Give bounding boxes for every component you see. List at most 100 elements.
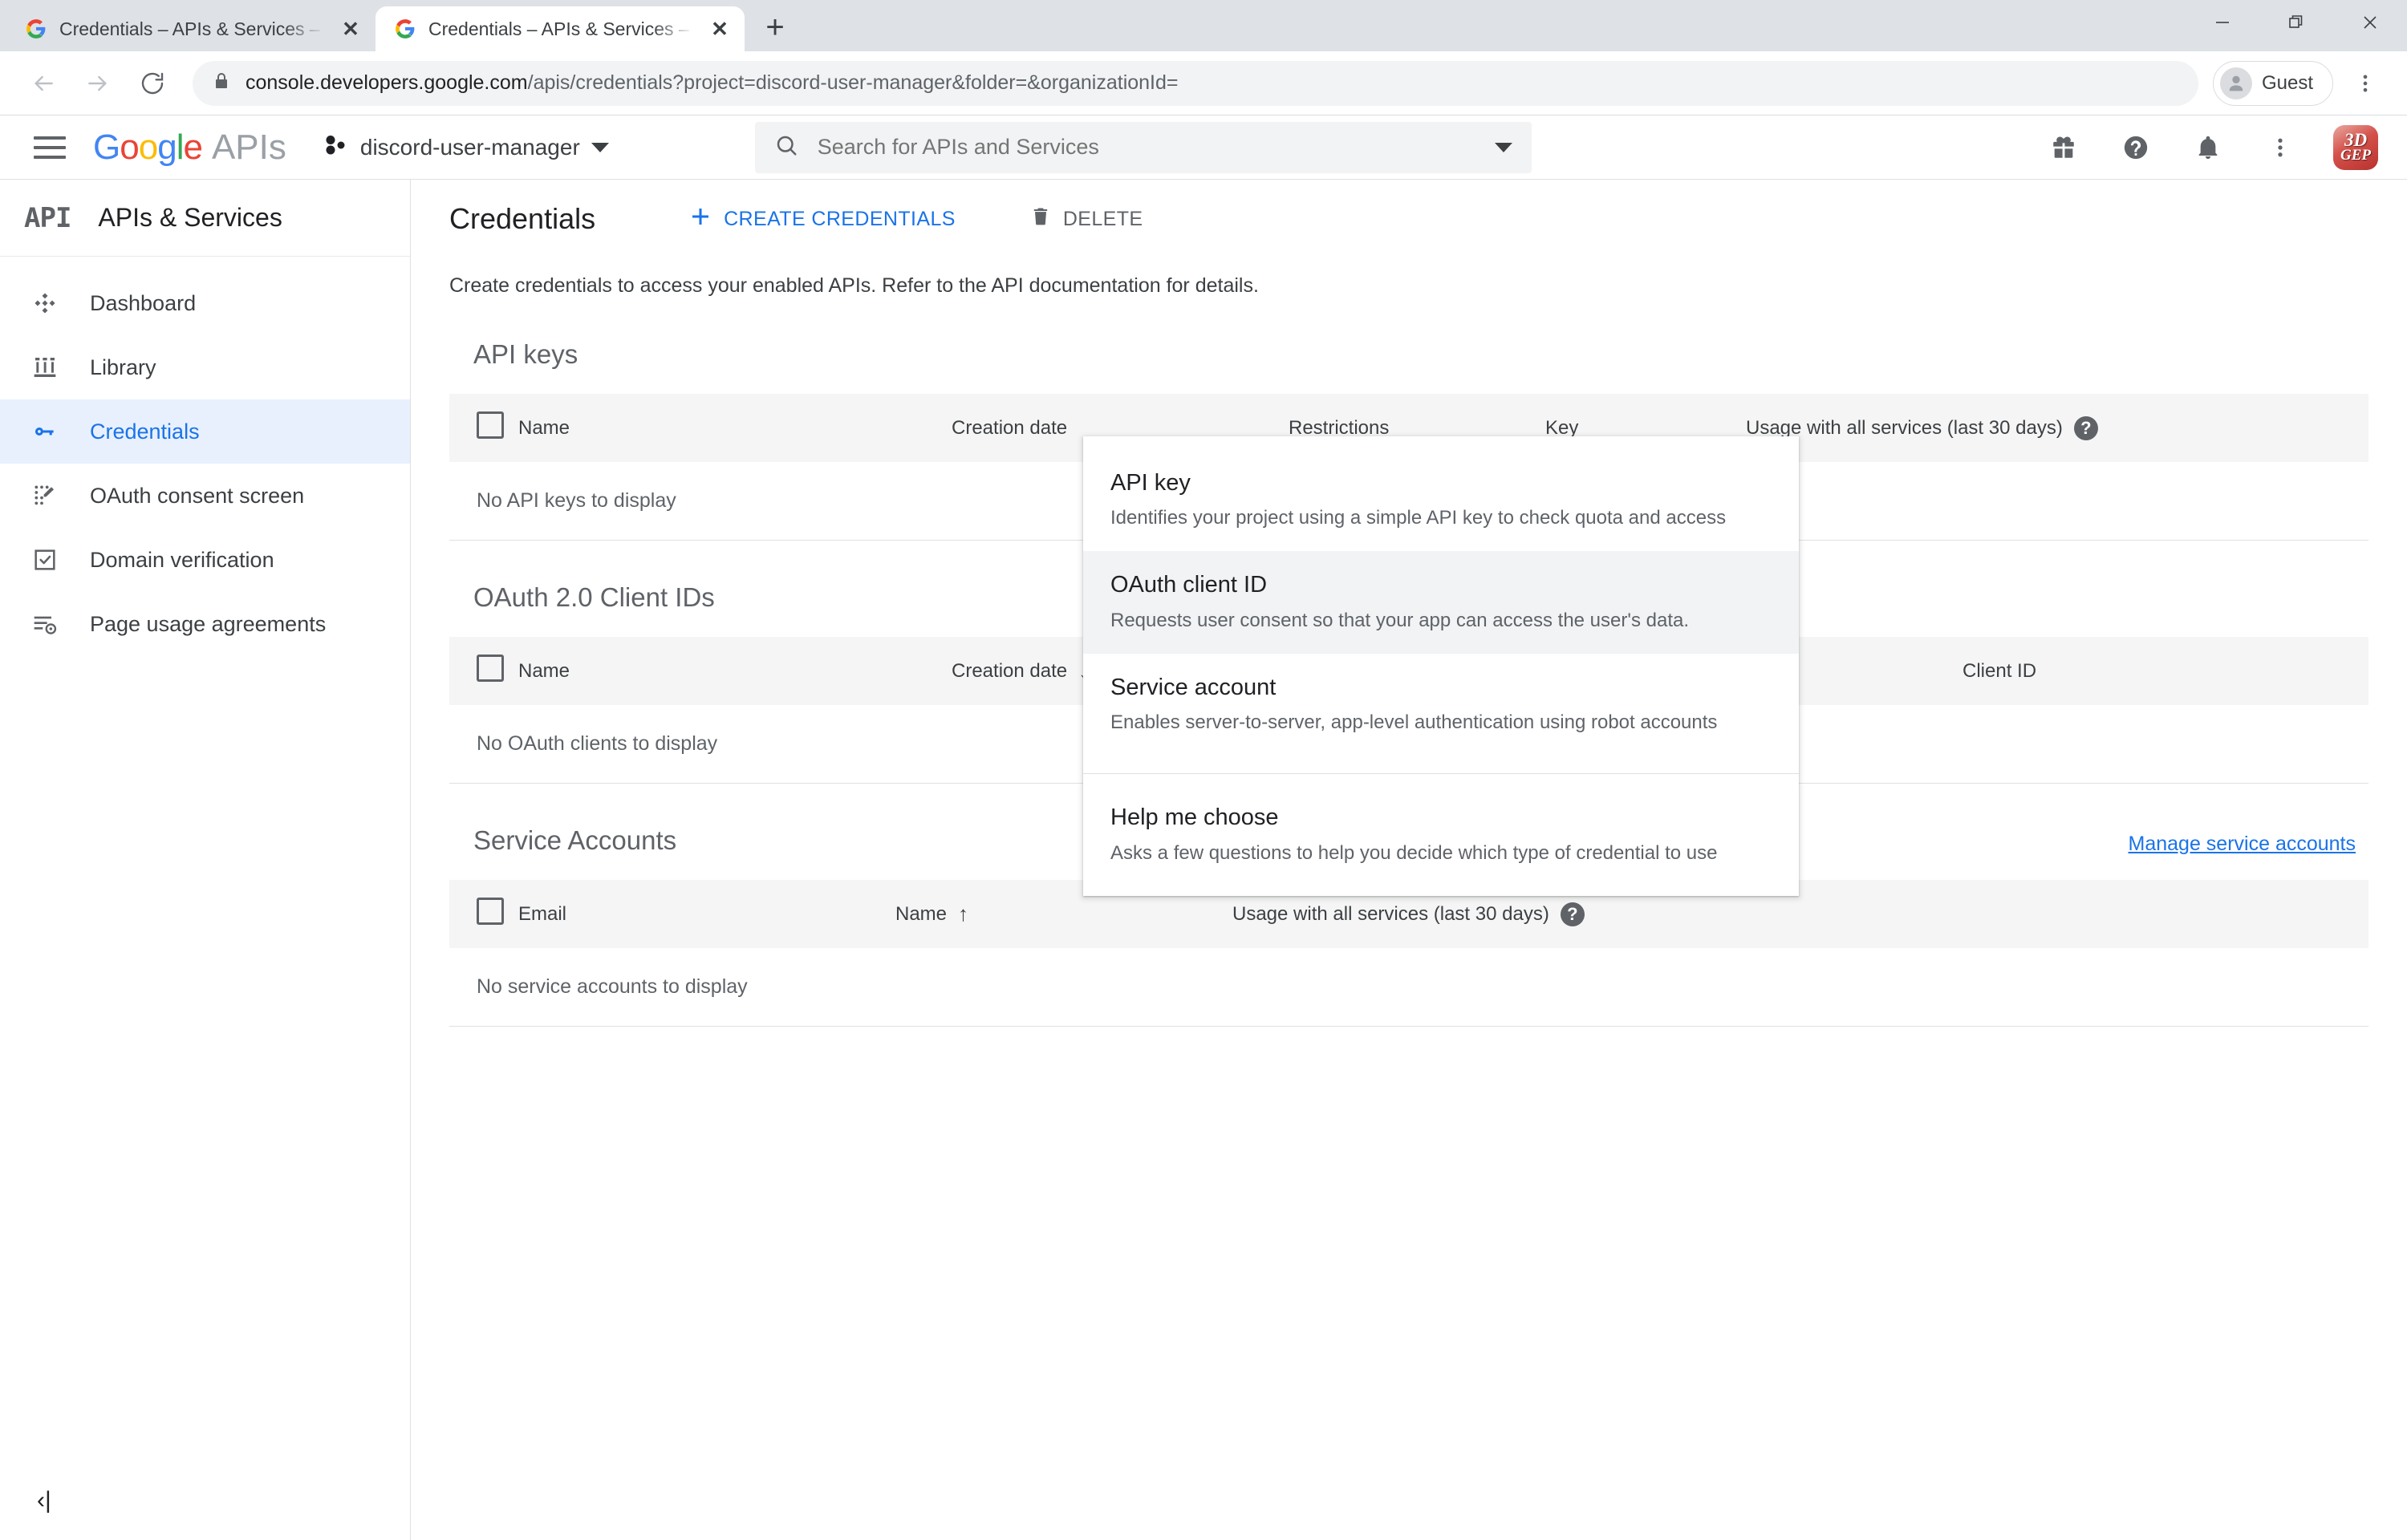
- back-arrow-icon[interactable]: [18, 58, 69, 109]
- page-usage-icon: [27, 606, 63, 642]
- column-label: Name: [895, 903, 947, 926]
- sidebar-item-label: Dashboard: [90, 291, 196, 316]
- create-credentials-button[interactable]: CREATE CREDENTIALS: [676, 197, 968, 242]
- section-header: API keys: [449, 339, 2368, 370]
- sidebar-item-label: Library: [90, 355, 156, 380]
- project-selector[interactable]: discord-user-manager: [314, 128, 619, 167]
- avatar: [2220, 67, 2252, 99]
- close-icon[interactable]: [2333, 0, 2407, 45]
- menu-item-title: API key: [1110, 468, 1772, 497]
- close-icon[interactable]: ✕: [706, 15, 733, 43]
- more-vert-icon[interactable]: [2261, 128, 2299, 167]
- url-domain: console.developers.google.com: [246, 71, 528, 94]
- forward-arrow-icon[interactable]: [72, 58, 124, 109]
- tab-title: Credentials – APIs & Services – di: [428, 18, 695, 40]
- gift-icon[interactable]: [2044, 128, 2083, 167]
- window-controls: [2186, 0, 2407, 45]
- section-title: OAuth 2.0 Client IDs: [473, 582, 715, 613]
- google-apis-logo[interactable]: Google: [93, 130, 202, 165]
- column-header-client-id: Client ID: [1963, 637, 2368, 705]
- tab-title: Credentials – APIs & Services – di: [59, 18, 326, 40]
- menu-item-api-key[interactable]: API key Identifies your project using a …: [1083, 449, 1799, 551]
- help-icon[interactable]: ?: [2074, 416, 2098, 440]
- key-icon: [27, 414, 63, 449]
- dashboard-icon: [27, 286, 63, 321]
- menu-divider: [1083, 773, 1799, 774]
- lock-icon: [212, 71, 231, 95]
- sidebar-item-label: Page usage agreements: [90, 612, 326, 637]
- help-icon[interactable]: [2117, 128, 2155, 167]
- reload-icon[interactable]: [127, 58, 178, 109]
- search-input[interactable]: [818, 135, 1475, 160]
- sidebar: API APIs & Services Dashboard Library: [0, 180, 411, 1540]
- google-icon: [24, 17, 48, 41]
- sidebar-item-label: OAuth consent screen: [90, 484, 304, 509]
- sidebar-item-credentials[interactable]: Credentials: [0, 399, 410, 464]
- sidebar-item-library[interactable]: Library: [0, 335, 410, 399]
- sidebar-title: APIs & Services: [98, 203, 282, 233]
- address-bar[interactable]: console.developers.google.com/apis/crede…: [193, 61, 2198, 106]
- browser-tab-2[interactable]: Credentials – APIs & Services – di ✕: [375, 6, 745, 51]
- more-vert-icon[interactable]: [2341, 59, 2389, 107]
- select-all-checkbox[interactable]: [449, 880, 518, 948]
- avatar-line-2: GEP: [2340, 148, 2371, 162]
- manage-service-accounts-link[interactable]: Manage service accounts: [2129, 833, 2356, 856]
- menu-item-oauth-client-id[interactable]: OAuth client ID Requests user consent so…: [1083, 551, 1799, 653]
- user-avatar[interactable]: 3D GEP: [2333, 125, 2378, 170]
- delete-label: DELETE: [1063, 208, 1143, 231]
- project-icon: [323, 135, 349, 160]
- column-label: Email: [518, 903, 566, 925]
- create-credentials-menu: API key Identifies your project using a …: [1083, 436, 1799, 896]
- url-text: console.developers.google.com/apis/crede…: [246, 71, 1179, 95]
- restore-icon[interactable]: [2259, 0, 2333, 45]
- help-icon[interactable]: ?: [1561, 902, 1585, 926]
- sort-asc-icon: ↑: [958, 902, 968, 926]
- section-title: Service Accounts: [473, 825, 676, 856]
- column-label: Key: [1545, 417, 1578, 439]
- column-label: Name: [518, 417, 570, 439]
- sidebar-collapse-button[interactable]: ‹|: [37, 1487, 51, 1514]
- search-box[interactable]: [755, 122, 1532, 173]
- checkbox-icon: [477, 654, 504, 682]
- menu-item-service-account[interactable]: Service account Enables server-to-server…: [1083, 654, 1799, 756]
- column-label: Creation date: [952, 417, 1067, 439]
- profile-chip[interactable]: Guest: [2213, 61, 2333, 106]
- domain-verification-icon: [27, 542, 63, 578]
- page-title: Credentials: [449, 202, 595, 236]
- sidebar-item-label: Credentials: [90, 419, 200, 444]
- hamburger-icon[interactable]: [27, 125, 72, 170]
- plus-icon: [688, 205, 712, 234]
- browser-tab-bar: Credentials – APIs & Services – di ✕ Cre…: [0, 0, 2407, 51]
- sidebar-item-oauth-consent-screen[interactable]: OAuth consent screen: [0, 464, 410, 528]
- section-title: API keys: [473, 339, 578, 370]
- new-tab-button[interactable]: +: [753, 5, 798, 50]
- main-toolbar: Credentials CREATE CREDENTIALS DELETE: [411, 180, 2407, 258]
- column-label: Creation date: [952, 660, 1067, 683]
- menu-item-description: Requests user consent so that your app c…: [1110, 608, 1772, 633]
- menu-item-help-me-choose[interactable]: Help me choose Asks a few questions to h…: [1083, 784, 1799, 886]
- menu-item-title: OAuth client ID: [1110, 570, 1772, 599]
- checkbox-icon: [477, 411, 504, 439]
- sidebar-item-page-usage-agreements[interactable]: Page usage agreements: [0, 592, 410, 656]
- close-icon[interactable]: ✕: [337, 15, 364, 43]
- url-path: /apis/credentials?project=discord-user-m…: [528, 71, 1179, 94]
- trash-icon: [1029, 205, 1052, 233]
- sidebar-item-domain-verification[interactable]: Domain verification: [0, 528, 410, 592]
- header-actions: 3D GEP: [2044, 125, 2388, 170]
- sidebar-item-dashboard[interactable]: Dashboard: [0, 271, 410, 335]
- chevron-down-icon: [591, 143, 609, 152]
- browser-tab-1[interactable]: Credentials – APIs & Services – di ✕: [6, 6, 375, 51]
- select-all-checkbox[interactable]: [449, 637, 518, 705]
- minimize-icon[interactable]: [2186, 0, 2259, 45]
- empty-state-text: No service accounts to display: [449, 948, 2368, 1027]
- notifications-icon[interactable]: [2189, 128, 2227, 167]
- main-content: Credentials CREATE CREDENTIALS DELETE Cr…: [411, 180, 2407, 1540]
- delete-button[interactable]: DELETE: [1017, 197, 1156, 241]
- chevron-down-icon[interactable]: [1495, 143, 1512, 152]
- sidebar-header: API APIs & Services: [0, 180, 410, 257]
- create-credentials-label: CREATE CREDENTIALS: [724, 208, 956, 231]
- checkbox-icon: [477, 898, 504, 925]
- column-label: Name: [518, 660, 570, 682]
- select-all-checkbox[interactable]: [449, 394, 518, 462]
- gcp-header: Google APIs discord-user-manager: [0, 116, 2407, 180]
